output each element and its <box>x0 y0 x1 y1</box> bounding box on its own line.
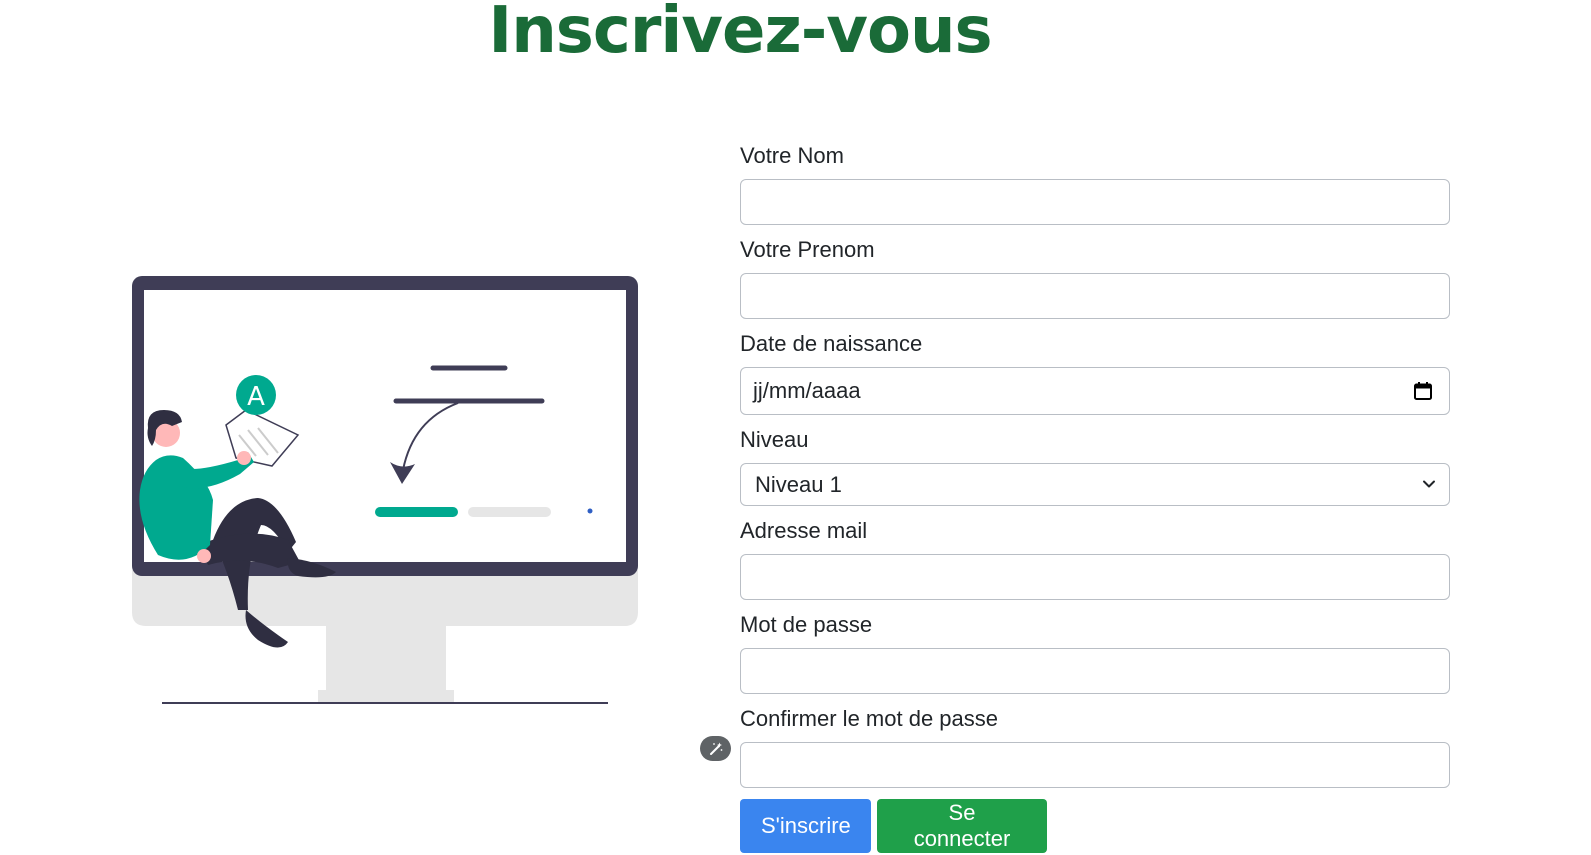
calendar-icon[interactable] <box>1413 381 1433 401</box>
level-field-group: Niveau Niveau 1 <box>740 426 1450 506</box>
firstname-label: Votre Prenom <box>740 237 875 262</box>
birthdate-field-group: Date de naissance jj/mm/aaaa <box>740 330 1450 415</box>
email-field-group: Adresse mail <box>740 517 1450 600</box>
password-helper-icon[interactable] <box>700 736 731 761</box>
password-label: Mot de passe <box>740 612 873 637</box>
chevron-down-icon <box>1423 480 1435 488</box>
signup-form: Votre Nom Votre Prenom Date de naissance… <box>740 140 1450 853</box>
level-label: Niveau <box>740 427 809 452</box>
signup-button[interactable]: S'inscrire <box>740 799 871 853</box>
birthdate-placeholder: jj/mm/aaaa <box>753 378 861 403</box>
confirm-password-label: Confirmer le mot de passe <box>740 706 998 731</box>
name-label: Votre Nom <box>740 143 844 168</box>
name-field-group: Votre Nom <box>740 142 1450 225</box>
birthdate-label: Date de naissance <box>740 331 923 356</box>
badge-letter: A <box>247 382 265 412</box>
confirm-password-input[interactable] <box>740 742 1450 788</box>
password-field-group: Mot de passe <box>740 611 1450 694</box>
signup-illustration: A <box>128 270 648 715</box>
page-title: Inscrivez-vous <box>488 0 992 68</box>
name-input[interactable] <box>740 179 1450 225</box>
level-select[interactable]: Niveau 1 <box>740 463 1450 506</box>
password-input[interactable] <box>740 648 1450 694</box>
confirm-password-field-group: Confirmer le mot de passe <box>740 705 1450 788</box>
form-actions: S'inscrire Se connecter <box>740 799 1450 853</box>
email-label: Adresse mail <box>740 518 868 543</box>
login-button[interactable]: Se connecter <box>877 799 1047 853</box>
firstname-input[interactable] <box>740 273 1450 319</box>
level-selected-value: Niveau 1 <box>755 471 842 497</box>
email-input[interactable] <box>740 554 1450 600</box>
birthdate-input[interactable]: jj/mm/aaaa <box>740 367 1450 415</box>
firstname-field-group: Votre Prenom <box>740 236 1450 319</box>
